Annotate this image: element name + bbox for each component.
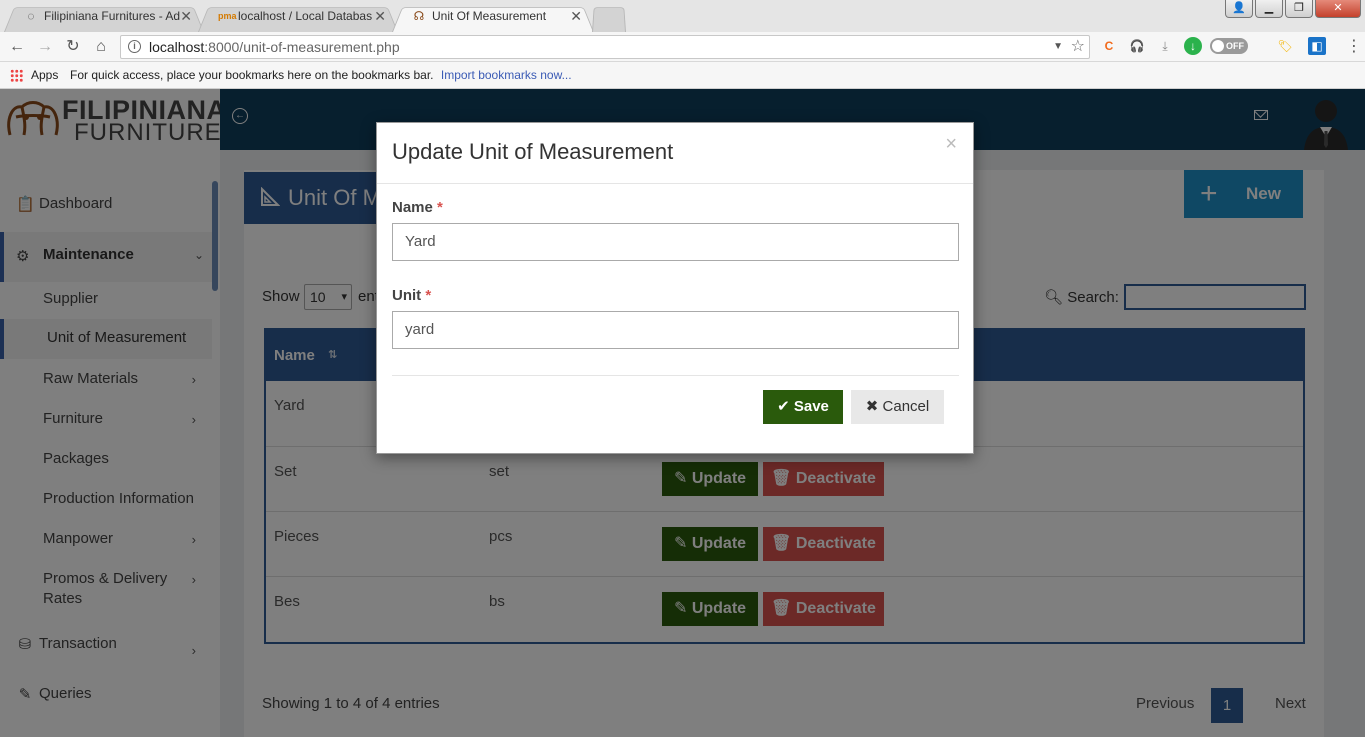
browser-menu-icon[interactable]: ⋮ [1346,36,1362,56]
import-bookmarks-link[interactable]: Import bookmarks now... [441,68,572,82]
extension-toggle[interactable]: OFF [1210,38,1248,54]
download-icon[interactable]: ⤓ [1156,37,1174,55]
browser-tab-strip: ◌ Filipiniana Furnitures - Ad ✕ pma loca… [0,0,1365,32]
page-favicon-icon: ◌ [27,9,35,23]
bookmarks-bar: Apps For quick access, place your bookma… [0,62,1365,89]
save-button[interactable]: ✔ Save [763,390,843,424]
browser-tab[interactable]: pma localhost / Local Databas ✕ [198,3,398,32]
name-field[interactable]: Yard [392,223,959,261]
times-icon: ✖ [865,398,879,415]
apps-link[interactable]: Apps [31,62,58,88]
unit-label-text: Unit [392,287,422,304]
modal-footer-divider [392,375,959,376]
modal-divider [377,183,973,184]
browser-tab[interactable]: ◌ Filipiniana Furnitures - Ad ✕ [4,3,204,32]
url-path: :8000/unit-of-measurement.php [204,39,400,55]
profile-icon[interactable]: 👤 [1225,0,1253,18]
back-arrow-icon[interactable]: ← [6,36,28,58]
name-label-text: Name [392,199,433,216]
tag-icon[interactable]: 🏷 [1276,37,1294,55]
modal-title: Update Unit of Measurement [392,139,674,164]
tab-title: Unit Of Measurement [432,9,547,23]
tab-close-icon[interactable]: ✕ [570,3,582,29]
tab-close-icon[interactable]: ✕ [374,3,386,29]
unit-field-label: Unit * [392,287,431,304]
download-green-icon[interactable]: ↓ [1184,37,1202,55]
check-icon: ✔ [777,398,790,415]
address-bar[interactable]: i localhost:8000/unit-of-measurement.php… [120,35,1090,59]
bookmarks-hint: For quick access, place your bookmarks h… [70,62,572,88]
browser-tab-active[interactable]: ☊ Unit Of Measurement ✕ [392,3,594,32]
cancel-button[interactable]: ✖ Cancel [851,390,944,424]
page-favicon-icon: ☊ [413,9,425,23]
window-controls: 👤 ▁ ❐ ✕ [1225,0,1361,18]
close-window-icon[interactable]: ✕ [1315,0,1361,18]
url-host: localhost [149,39,205,55]
unit-field[interactable]: yard [392,311,959,349]
reload-icon[interactable]: ↻ [62,36,84,58]
new-tab-button[interactable] [592,3,626,32]
save-label: Save [793,398,829,415]
bookmark-star-icon[interactable]: ☆ [1071,36,1085,58]
minimize-icon[interactable]: ▁ [1255,0,1283,18]
forward-arrow-icon[interactable]: → [34,36,56,58]
extension-c-icon[interactable]: C [1100,37,1118,55]
cancel-label: Cancel [882,398,930,415]
name-field-label: Name * [392,199,443,216]
apps-grid-icon[interactable] [10,69,23,82]
tab-title: Filipiniana Furnitures - Ad [44,9,181,23]
update-uom-modal: Update Unit of Measurement × Name * Yard… [376,122,974,454]
tab-title: localhost / Local Databas [238,9,373,23]
home-icon[interactable]: ⌂ [90,36,112,58]
maximize-icon[interactable]: ❐ [1285,0,1313,18]
site-info-icon[interactable]: i [128,40,141,53]
dropdown-caret-icon[interactable]: ▼ [1053,36,1063,58]
phpmyadmin-favicon-icon: pma [218,11,237,21]
extension-square-icon[interactable]: ◧ [1308,37,1326,55]
tab-close-icon[interactable]: ✕ [180,3,192,29]
required-mark: * [425,287,432,304]
required-mark: * [437,199,443,216]
modal-close-icon[interactable]: × [945,133,957,156]
browser-toolbar: ← → ↻ ⌂ i localhost:8000/unit-of-measure… [0,32,1365,62]
bookmarks-hint-text: For quick access, place your bookmarks h… [70,68,434,82]
headphones-icon[interactable]: 🎧 [1128,37,1146,55]
